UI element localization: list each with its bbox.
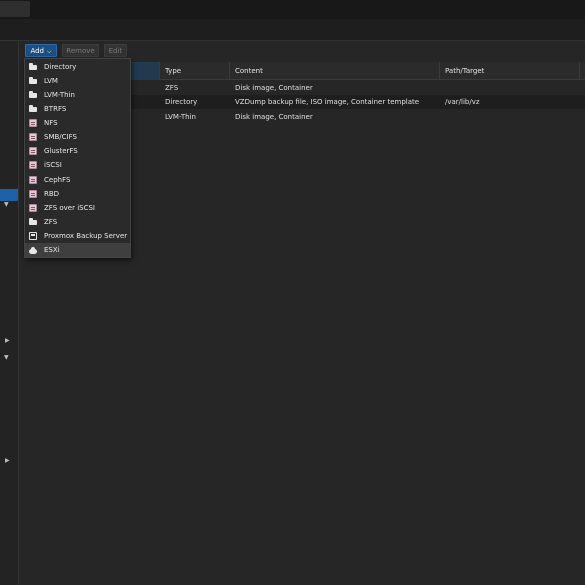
- menu-item-label: LVM-Thin: [44, 91, 75, 99]
- edit-button[interactable]: Edit: [104, 44, 127, 57]
- database-icon: [29, 147, 37, 155]
- add-storage-menu: Directory LVM LVM-Thin BTRFS NFS SMB/CIF…: [24, 58, 131, 258]
- menu-item-btrfs[interactable]: BTRFS: [25, 102, 130, 116]
- menu-item-lvm-thin[interactable]: LVM-Thin: [25, 88, 130, 102]
- top-tab[interactable]: [0, 1, 30, 17]
- menu-item-cephfs[interactable]: CephFS: [25, 173, 130, 187]
- column-header-type[interactable]: Type: [160, 62, 230, 80]
- add-button[interactable]: Add ⌵: [25, 44, 57, 57]
- menu-item-label: NFS: [44, 119, 58, 127]
- cell-path: [440, 110, 445, 124]
- cell-type: LVM-Thin: [165, 113, 196, 121]
- remove-button[interactable]: Remove: [62, 44, 99, 57]
- menu-item-zfs-over-iscsi[interactable]: ZFS over iSCSI: [25, 201, 130, 215]
- expand-down-icon[interactable]: ▼: [4, 201, 9, 209]
- menu-item-label: CephFS: [44, 176, 71, 184]
- expand-right-icon[interactable]: ▶: [5, 457, 10, 465]
- folder-icon: [29, 91, 37, 99]
- menu-item-lvm[interactable]: LVM: [25, 74, 130, 88]
- folder-icon: [29, 105, 37, 113]
- database-icon: [29, 190, 37, 198]
- menu-item-label: ESXi: [44, 246, 60, 254]
- menu-item-zfs[interactable]: ZFS: [25, 215, 130, 229]
- menu-item-label: SMB/CIFS: [44, 133, 77, 141]
- database-icon: [29, 176, 37, 184]
- add-button-label: Add: [30, 47, 44, 55]
- menu-item-directory[interactable]: Directory: [25, 60, 130, 74]
- column-header-content[interactable]: Content: [230, 62, 440, 80]
- cell-type: ZFS: [165, 84, 179, 92]
- menu-item-label: LVM: [44, 77, 58, 85]
- database-icon: [29, 133, 37, 141]
- menu-item-label: BTRFS: [44, 105, 67, 113]
- cell-path: [440, 81, 445, 95]
- chevron-down-icon: ⌵: [47, 48, 52, 55]
- menu-item-label: Proxmox Backup Server: [44, 232, 128, 240]
- tree-item-selected[interactable]: [0, 189, 18, 201]
- folder-icon: [29, 77, 37, 85]
- folder-icon: [29, 218, 37, 226]
- cloud-icon: [29, 246, 37, 254]
- menu-item-label: Directory: [44, 63, 77, 71]
- menu-item-nfs[interactable]: NFS: [25, 116, 130, 130]
- expand-right-icon[interactable]: ▶: [5, 337, 10, 345]
- cell-content: VZDump backup file, ISO image, Container…: [235, 98, 420, 106]
- cell-path: /var/lib/vz: [445, 98, 480, 106]
- resource-tree-panel: ▼ ▶ ▼ ▶: [0, 41, 19, 585]
- database-icon: [29, 204, 37, 212]
- floppy-icon: [29, 232, 37, 240]
- sub-header-bar: [0, 19, 585, 41]
- folder-icon: [29, 63, 37, 71]
- menu-item-label: ZFS over iSCSI: [44, 204, 95, 212]
- top-bar: [0, 0, 585, 19]
- menu-item-glusterfs[interactable]: GlusterFS: [25, 144, 130, 158]
- database-icon: [29, 119, 37, 127]
- menu-item-smb-cifs[interactable]: SMB/CIFS: [25, 130, 130, 144]
- menu-item-label: RBD: [44, 190, 60, 198]
- menu-item-label: ZFS: [44, 218, 58, 226]
- menu-item-rbd[interactable]: RBD: [25, 187, 130, 201]
- database-icon: [29, 161, 37, 169]
- menu-item-proxmox-backup-server[interactable]: Proxmox Backup Server: [25, 229, 130, 243]
- column-header-path[interactable]: Path/Target: [440, 62, 580, 80]
- cell-content: Disk image, Container: [235, 84, 313, 92]
- menu-item-label: GlusterFS: [44, 147, 78, 155]
- cell-type: Directory: [165, 98, 198, 106]
- menu-item-iscsi[interactable]: iSCSI: [25, 158, 130, 172]
- expand-down-icon[interactable]: ▼: [4, 354, 9, 362]
- menu-item-esxi[interactable]: ESXi: [25, 243, 130, 257]
- cell-content: Disk image, Container: [235, 113, 313, 121]
- menu-item-label: iSCSI: [44, 161, 62, 169]
